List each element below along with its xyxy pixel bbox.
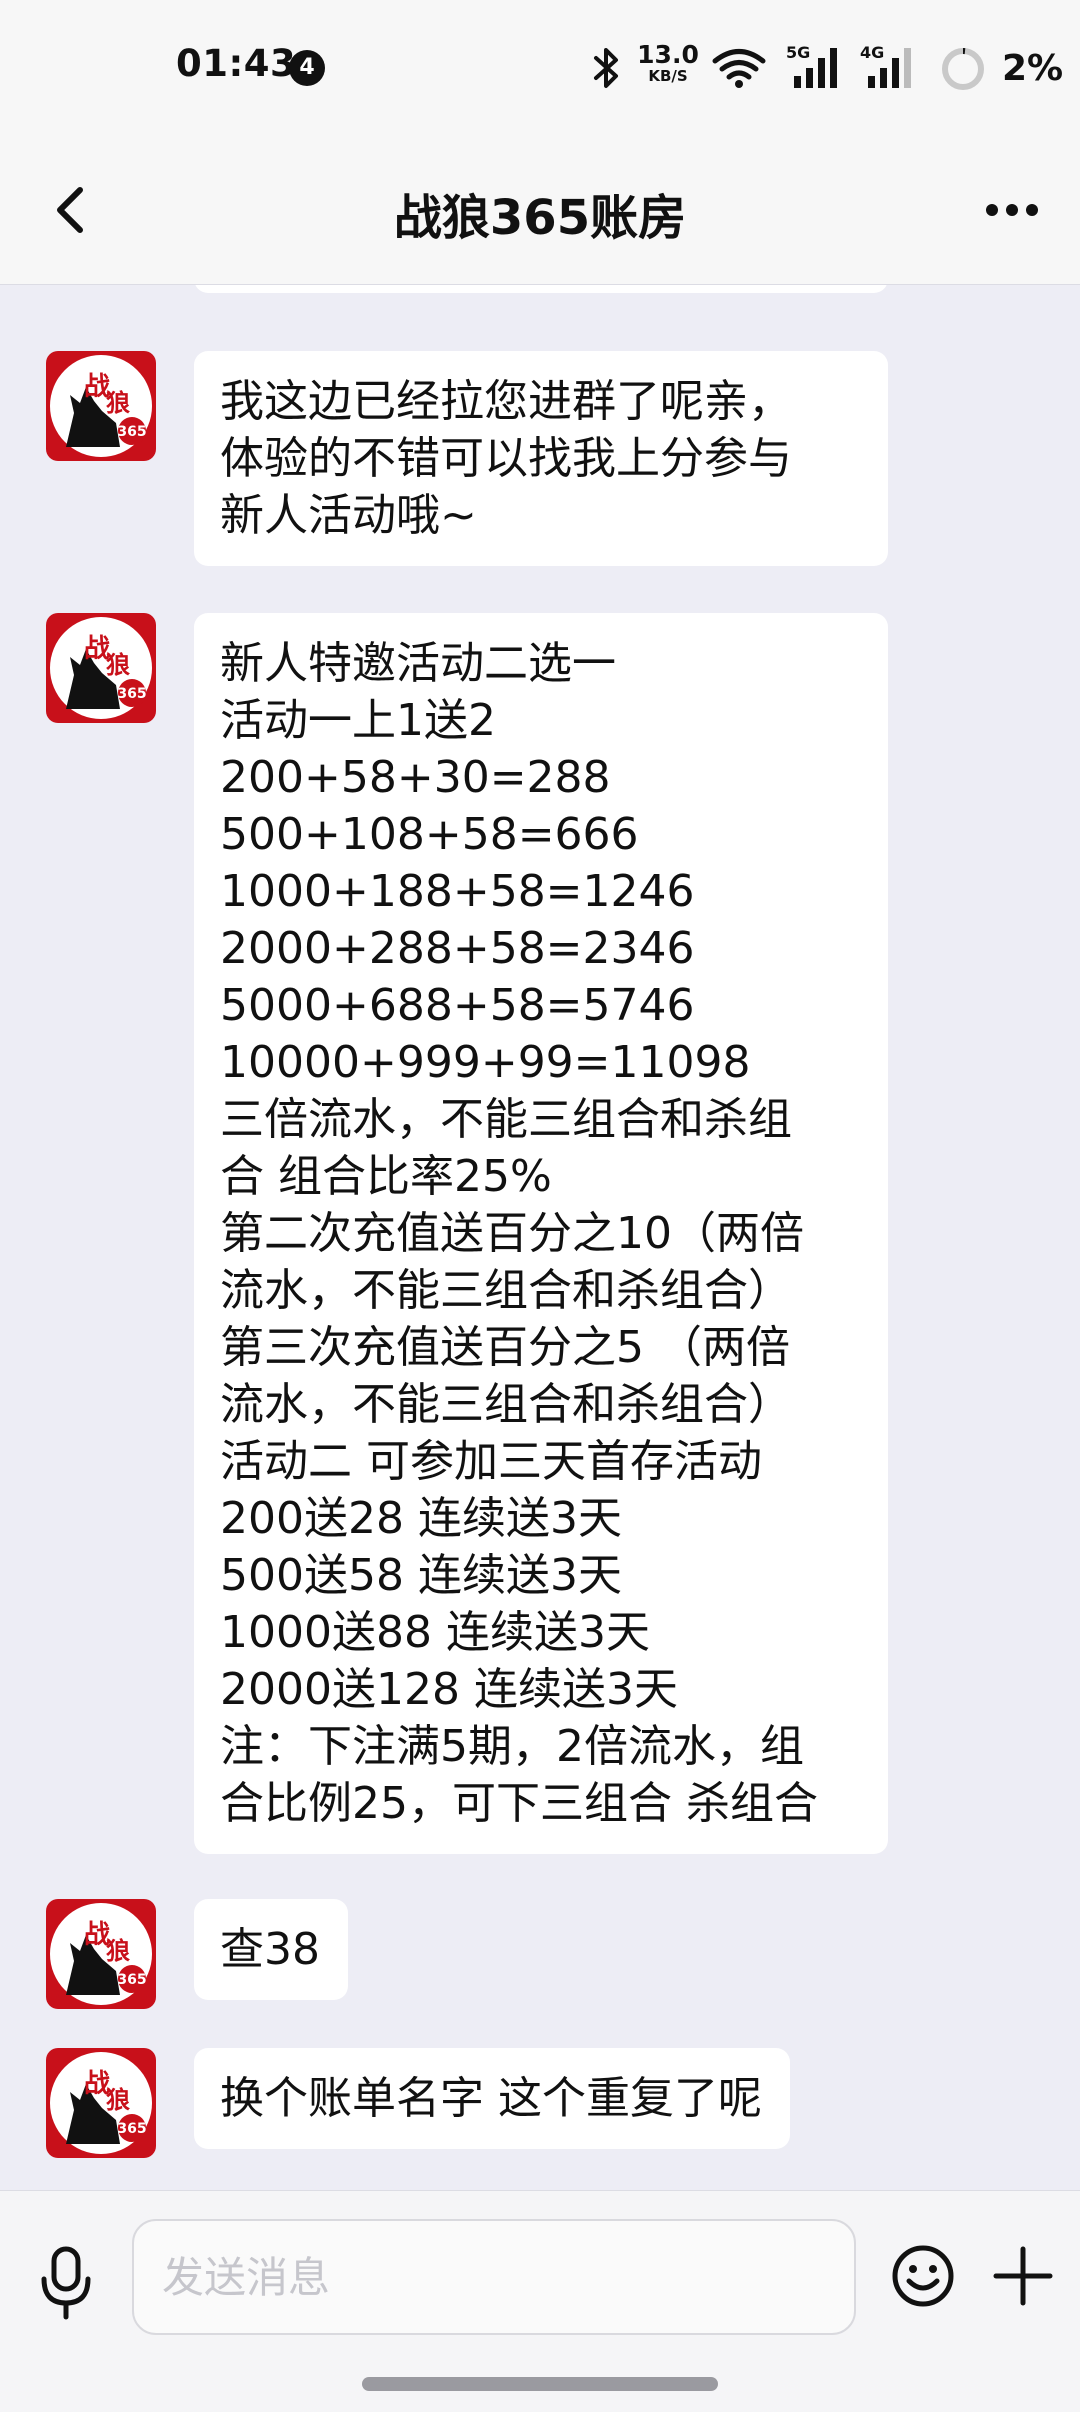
battery-percent: 2% bbox=[1002, 48, 1064, 89]
svg-text:365: 365 bbox=[117, 424, 146, 440]
svg-text:365: 365 bbox=[117, 2121, 146, 2137]
add-attachment-icon[interactable] bbox=[990, 2243, 1056, 2309]
status-time: 01:43 bbox=[176, 42, 297, 85]
message-input-bar bbox=[0, 2190, 1080, 2412]
svg-text:狼: 狼 bbox=[106, 650, 130, 679]
network-speed: 13.0 KB/S bbox=[636, 42, 700, 84]
avatar[interactable]: 战 狼 365 bbox=[46, 351, 156, 461]
wolf-logo-icon: 战 狼 365 bbox=[46, 351, 156, 461]
signal-5g-label: 5G bbox=[786, 43, 810, 62]
message-bubble[interactable]: 查38 bbox=[194, 1899, 348, 2000]
chat-title: 战狼365账房 bbox=[393, 190, 687, 246]
avatar[interactable]: 战 狼 365 bbox=[46, 613, 156, 723]
network-speed-unit: KB/S bbox=[648, 67, 688, 85]
microphone-icon[interactable] bbox=[36, 2245, 96, 2321]
status-icons: 13.0 KB/S 5G 4G 2% bbox=[560, 40, 1080, 96]
chat-screen: 01:43 4 13.0 KB/S 5G 4G 2% 战狼365账房 战 狼 3… bbox=[0, 0, 1080, 2412]
message-list[interactable]: 战 狼 365 我这边已经拉您进群了呢亲， 体验的不错可以找我上分参与 新人活动… bbox=[0, 285, 1080, 2190]
svg-text:狼: 狼 bbox=[106, 2085, 130, 2114]
home-indicator[interactable] bbox=[362, 2377, 718, 2391]
more-options-icon[interactable] bbox=[984, 196, 1040, 224]
svg-text:狼: 狼 bbox=[106, 388, 130, 417]
signal-4g-icon: 4G bbox=[860, 43, 911, 88]
svg-text:365: 365 bbox=[117, 686, 146, 702]
signal-5g-icon: 5G bbox=[786, 43, 837, 88]
message-bubble[interactable]: 我这边已经拉您进群了呢亲， 体验的不错可以找我上分参与 新人活动哦~ bbox=[194, 351, 888, 566]
wolf-logo-icon: 战 狼 365 bbox=[46, 1899, 156, 2009]
signal-4g-label: 4G bbox=[860, 43, 884, 62]
avatar[interactable]: 战 狼 365 bbox=[46, 1899, 156, 2009]
notification-count-badge: 4 bbox=[289, 50, 325, 86]
bluetooth-icon bbox=[594, 48, 618, 88]
network-speed-value: 13.0 bbox=[637, 40, 699, 69]
message-input[interactable] bbox=[132, 2219, 856, 2335]
message-bubble[interactable]: 新人特邀活动二选一 活动一上1送2 200+58+30=288 500+108+… bbox=[194, 613, 888, 1854]
previous-message-bubble bbox=[194, 285, 888, 293]
message-bubble[interactable]: 换个账单名字 这个重复了呢 bbox=[194, 2048, 790, 2149]
svg-text:365: 365 bbox=[117, 1972, 146, 1988]
avatar[interactable]: 战 狼 365 bbox=[46, 2048, 156, 2158]
wolf-logo-icon: 战 狼 365 bbox=[46, 613, 156, 723]
svg-text:狼: 狼 bbox=[106, 1936, 130, 1965]
wifi-icon bbox=[712, 49, 766, 88]
battery-ring-icon bbox=[942, 48, 984, 90]
wolf-logo-icon: 战 狼 365 bbox=[46, 2048, 156, 2158]
chat-header: 战狼365账房 bbox=[0, 136, 1080, 285]
emoji-icon[interactable] bbox=[890, 2243, 956, 2309]
status-bar: 01:43 4 13.0 KB/S 5G 4G 2% bbox=[0, 0, 1080, 136]
